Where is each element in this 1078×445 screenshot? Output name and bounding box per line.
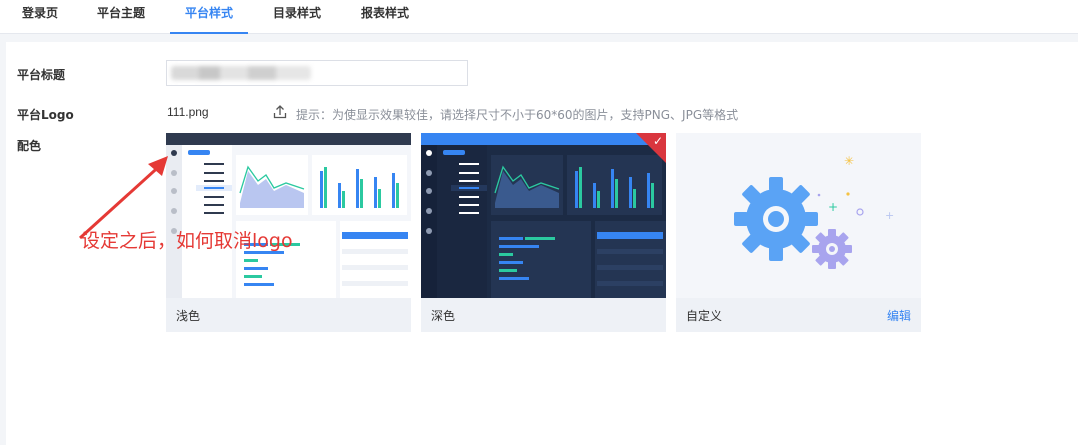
theme-card-custom[interactable]: ✳ + + 自定义 编辑 [676, 133, 921, 332]
logo-file-name[interactable]: 111.png [167, 105, 209, 119]
svg-text:+: + [885, 209, 894, 222]
svg-text:✳: ✳ [844, 154, 854, 168]
theme-label-light: 浅色 [176, 309, 201, 323]
upload-hint: 提示：为使显示效果较佳，请选择尺寸不小于60*60的图片，支持PNG、JPG等格… [296, 108, 739, 122]
tab-login-page[interactable]: 登录页 [22, 0, 58, 34]
light-theme-preview [166, 133, 411, 298]
tab-platform-style[interactable]: 平台样式 [170, 0, 248, 34]
tab-platform-theme[interactable]: 平台主题 [96, 0, 146, 34]
dark-theme-preview: ✓ [421, 133, 666, 298]
platform-logo-label: 平台Logo [17, 108, 74, 122]
tab-bar: 登录页 平台主题 平台样式 目录样式 报表样式 [0, 0, 1078, 34]
theme-label-custom: 自定义 [686, 309, 723, 323]
platform-title-input[interactable] [166, 60, 468, 86]
tab-catalog-style[interactable]: 目录样式 [272, 0, 322, 34]
theme-card-dark[interactable]: ✓ 深色 [421, 133, 666, 332]
edit-custom-theme-link[interactable]: 编辑 [887, 307, 911, 324]
tab-report-style[interactable]: 报表样式 [360, 0, 410, 34]
upload-icon[interactable] [272, 104, 288, 120]
svg-text:+: + [828, 200, 838, 214]
color-scheme-label: 配色 [17, 139, 42, 153]
check-icon: ✓ [652, 134, 663, 148]
blurred-title-value [171, 66, 311, 80]
custom-theme-preview: ✳ + + [676, 133, 921, 298]
theme-label-dark: 深色 [431, 309, 456, 323]
platform-title-label: 平台标题 [17, 68, 66, 82]
annotation-text: 设定之后，如何取消logo [81, 230, 293, 252]
